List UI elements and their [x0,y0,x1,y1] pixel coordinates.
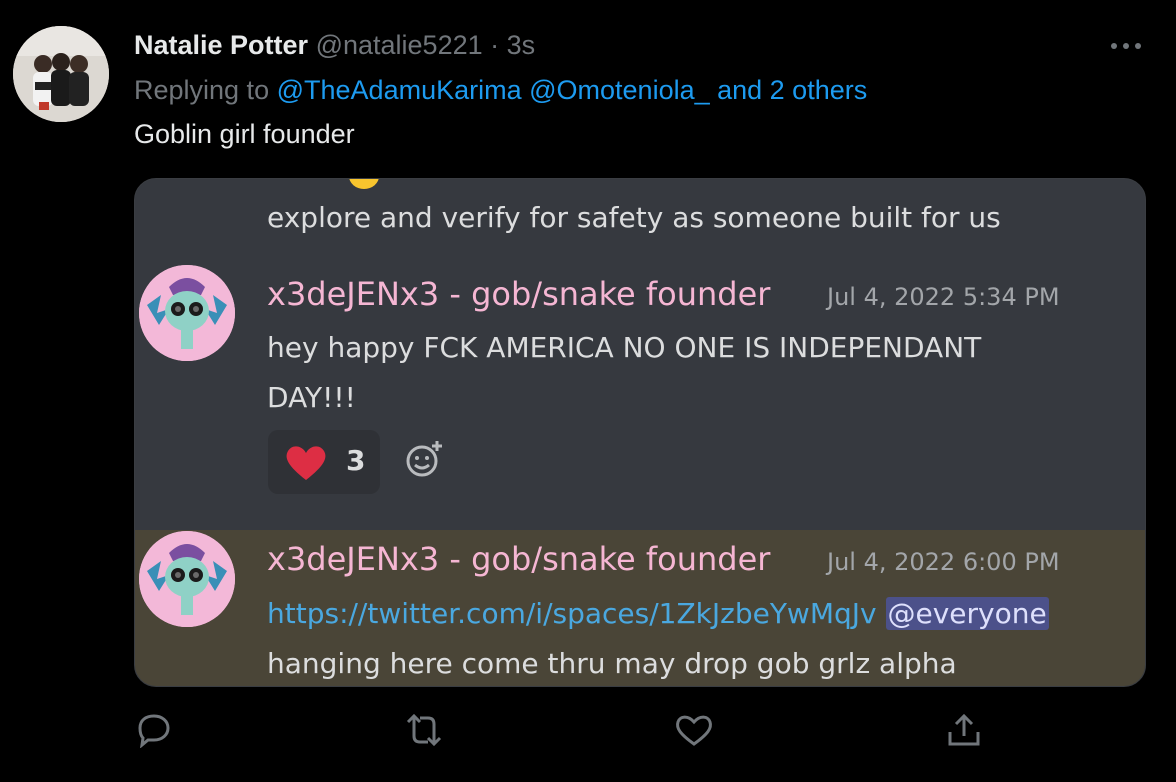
share-icon[interactable] [944,712,984,748]
discord-message-line: hanging here come thru may drop gob grlz… [267,647,957,680]
heart-icon [284,444,328,482]
more-icon[interactable] [1108,32,1144,60]
tweet-text: Goblin girl founder [134,119,355,149]
tweet-image[interactable]: explore and verify for safety as someone… [134,178,1146,687]
discord-timestamp: Jul 4, 2022 6:00 PM [827,548,1060,576]
reply-icon[interactable] [134,712,174,748]
discord-link[interactable]: https://twitter.com/i/spaces/1ZkJzbeYwMq… [267,597,877,630]
discord-avatar [139,531,235,627]
tweet[interactable]: Natalie Potter @natalie5221 · 3s Replyin… [0,0,1176,782]
replying-prefix: Replying to [134,75,270,105]
like-icon[interactable] [674,712,714,748]
discord-message-line: hey happy FCK AMERICA NO ONE IS INDEPEND… [267,331,982,364]
discord-timestamp: Jul 4, 2022 5:34 PM [827,283,1060,311]
reaction-count: 3 [346,444,366,477]
discord-partial-message: explore and verify for safety as someone… [267,201,1001,234]
everyone-mention: @everyone [885,597,1049,630]
discord-message-line: DAY!!! [267,381,356,414]
author-avatar[interactable] [13,26,109,122]
discord-message-line: https://twitter.com/i/spaces/1ZkJzbeYwMq… [267,597,1049,630]
tweet-time[interactable]: 3s [507,30,536,60]
author-name[interactable]: Natalie Potter [134,30,308,60]
author-handle[interactable]: @natalie5221 [316,30,483,60]
time-separator: · [490,30,500,60]
tweet-header: Natalie Potter @natalie5221 · 3s [134,30,535,61]
retweet-icon[interactable] [404,712,444,748]
discord-author-name[interactable]: x3deJENx3 - gob/snake founder [267,540,770,578]
replying-to: Replying to @TheAdamuKarima @Omoteniola_… [134,75,867,106]
emoji-icon [349,179,379,189]
heart-reaction[interactable]: 3 [268,430,380,494]
discord-avatar [139,265,235,361]
discord-author-name[interactable]: x3deJENx3 - gob/snake founder [267,275,770,313]
replying-users-link[interactable]: @TheAdamuKarima @Omoteniola_ and 2 other… [277,75,868,105]
add-reaction-icon[interactable] [405,439,445,479]
